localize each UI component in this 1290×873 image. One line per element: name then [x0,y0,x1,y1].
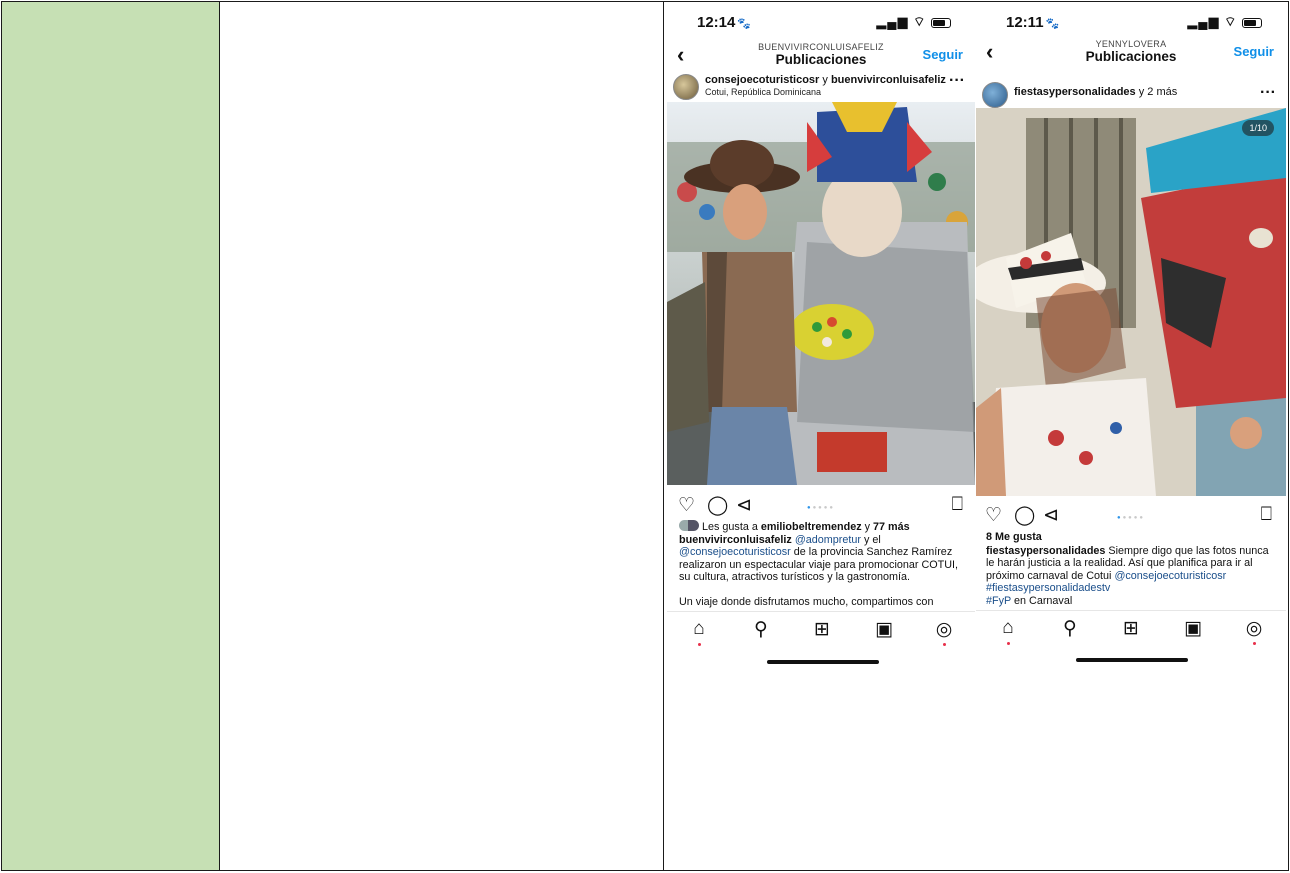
bottom-tab-bar: ⌂ ⚲ ⊞ ▣ ◎ [976,610,1286,649]
heart-icon[interactable]: ♡ [678,494,695,517]
paw-icon: 🐾 [1045,18,1060,30]
avatar[interactable] [673,74,699,100]
comment-icon[interactable]: ◯ [1014,504,1035,527]
status-bar: 12:11 🐾 ▂▄▆ ⌔ [976,2,1286,34]
bookmark-icon[interactable]: ⎕ [1261,504,1272,526]
post-caption: buenvivirconluisafeliz @adompretur y el … [679,534,959,584]
status-icons: ▂▄▆ ⌔ [876,14,951,30]
carnival-photo-image [667,102,975,485]
post-photo[interactable] [667,102,975,485]
search-icon[interactable]: ⚲ [1058,617,1082,641]
status-bar: 12:14 🐾 ▂▄▆ ⌔ [667,2,975,34]
table-cell-description [219,1,664,871]
caption-mention[interactable]: @consejoecoturisticosr [1114,570,1226,582]
share-icon[interactable]: ⊲ [1043,504,1059,527]
notification-dot [1007,642,1010,645]
wifi-icon: ⌔ [1224,14,1238,29]
instagram-screenshot-right: 12:11 🐾 ▂▄▆ ⌔ ‹ YENNYLOVERA Publicaciones… [976,2,1286,668]
liker-avatars [679,520,699,531]
more-options-icon[interactable]: ··· [949,72,965,90]
carnival-photo-image [976,108,1286,496]
bookmark-icon[interactable]: ⎕ [952,494,963,516]
caption-hashtag[interactable]: #fiestasypersonalidadestv [986,582,1110,594]
post-authors[interactable]: consejoecoturisticosr y buenvivirconluis… [705,74,946,86]
carousel-dots: ●●●●● [1116,515,1146,521]
caption-user[interactable]: fiestasypersonalidades [986,545,1105,557]
carousel-dots: ●●●●● [806,505,836,511]
paw-icon: 🐾 [737,18,752,30]
profile-icon[interactable]: ◎ [932,618,956,642]
home-icon[interactable]: ⌂ [687,618,711,642]
follow-button[interactable]: Seguir [923,47,963,62]
signal-icon: ▂▄▆ [876,14,909,29]
post-authors[interactable]: fiestasypersonalidades y 2 más [1014,86,1177,98]
post-actions: ♡ ◯ ⊲ ●●●●● ⎕ [976,504,1286,528]
status-time: 12:11 🐾 [1006,14,1060,31]
share-icon[interactable]: ⊲ [736,494,752,517]
home-indicator[interactable] [767,660,879,664]
follow-button[interactable]: Seguir [1234,44,1274,59]
caption-continued: Un viaje donde disfrutamos mucho, compar… [679,596,934,608]
reels-icon[interactable]: ▣ [1181,617,1205,641]
bottom-tab-bar: ⌂ ⚲ ⊞ ▣ ◎ [667,611,975,650]
comment-icon[interactable]: ◯ [707,494,728,517]
caption-mention[interactable]: @adompretur [795,534,861,546]
instagram-screenshot-left: 12:14 🐾 ▂▄▆ ⌔ ‹ BUENVIVIRCONLUISAFELIZ Pu… [667,2,975,668]
notification-dot [698,643,701,646]
create-post-icon[interactable]: ⊞ [810,618,834,642]
post-nav-header: ‹ YENNYLOVERA Publicaciones Seguir [976,37,1286,67]
notification-dot [943,643,946,646]
post-photo[interactable]: 1/10 [976,108,1286,496]
home-icon[interactable]: ⌂ [996,617,1020,641]
post-location[interactable]: Cotui, República Dominicana [705,87,821,97]
table-cell-label [1,1,220,871]
post-caption: fiestasypersonalidades Siempre digo que … [986,545,1269,607]
notification-dot [1253,642,1256,645]
battery-icon [931,17,951,28]
search-icon[interactable]: ⚲ [749,618,773,642]
more-options-icon[interactable]: ··· [1260,84,1276,102]
status-icons: ▂▄▆ ⌔ [1187,14,1262,30]
reels-icon[interactable]: ▣ [872,618,896,642]
signal-icon: ▂▄▆ [1187,14,1220,29]
battery-icon [1242,17,1262,28]
post-actions: ♡ ◯ ⊲ ●●●●● ⎕ [667,494,975,518]
caption-user[interactable]: buenvivirconluisafeliz [679,534,792,546]
heart-icon[interactable]: ♡ [985,504,1002,527]
likes-line[interactable]: Les gusta a emiliobeltremendez y 77 más [679,520,969,533]
caption-hashtag[interactable]: #FyP [986,595,1011,607]
home-indicator[interactable] [1076,658,1188,662]
avatar[interactable] [982,82,1008,108]
create-post-icon[interactable]: ⊞ [1119,617,1143,641]
profile-icon[interactable]: ◎ [1242,617,1266,641]
post-nav-header: ‹ BUENVIVIRCONLUISAFELIZ Publicaciones S… [667,40,975,70]
wifi-icon: ⌔ [913,14,927,29]
status-time: 12:14 🐾 [697,14,752,31]
carousel-counter: 1/10 [1242,120,1274,136]
caption-mention[interactable]: @consejoecoturisticosr [679,546,791,558]
likes-count[interactable]: 8 Me gusta [986,531,1280,543]
